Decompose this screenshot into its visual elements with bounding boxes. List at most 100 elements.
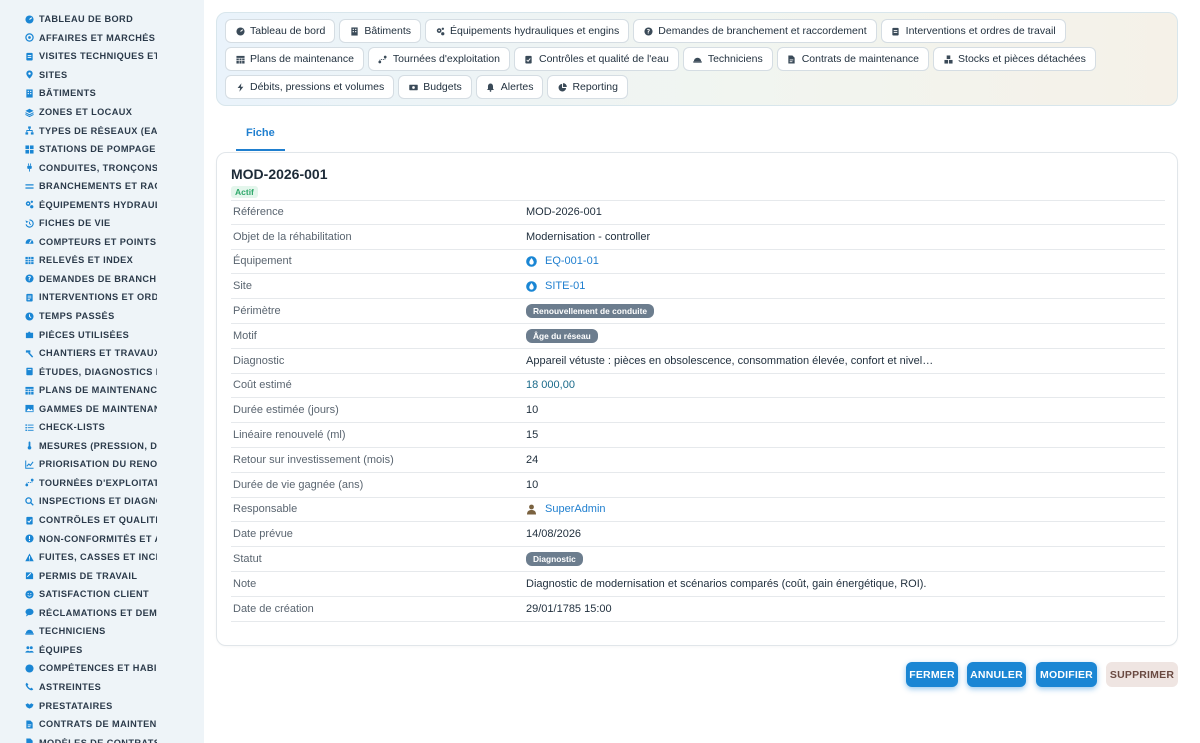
sidebar-item[interactable]: CONTRÔLES ET QUALITÉ xyxy=(0,511,204,530)
sidebar-item[interactable]: ÉTUDES, DIAGNOSTICS E xyxy=(0,362,204,381)
sidebar-item[interactable]: MODÈLES DE CONTRATS xyxy=(0,733,204,743)
sidebar-item[interactable]: MESURES (PRESSION, DÉ xyxy=(0,437,204,456)
clipboard-icon xyxy=(891,26,901,36)
tab-fiche[interactable]: Fiche xyxy=(236,118,285,151)
nav-button[interactable]: Équipements hydrauliques et engins xyxy=(425,19,630,43)
detail-row: Coût estimé 18 000,00 xyxy=(231,374,1165,399)
sidebar-item[interactable]: RELEVÉS ET INDEX xyxy=(0,251,204,270)
close-button[interactable]: FERMER xyxy=(906,662,958,687)
sidebar-item[interactable]: RÉCLAMATIONS ET DEMA xyxy=(0,604,204,623)
sidebar-item[interactable]: PLANS DE MAINTENANCE xyxy=(0,381,204,400)
nav-button[interactable]: Bâtiments xyxy=(339,19,421,43)
nav-button[interactable]: Plans de maintenance xyxy=(225,47,364,71)
nav-button[interactable]: Stocks et pièces détachées xyxy=(933,47,1096,71)
sidebar-item[interactable]: PRESTATAIRES xyxy=(0,696,204,715)
link-text[interactable]: EQ-001-01 xyxy=(545,255,599,267)
nav-button-label: Demandes de branchement et raccordement xyxy=(658,25,867,37)
question-icon: ? xyxy=(643,26,653,36)
sidebar-item-label: COMPÉTENCES ET HABIL xyxy=(39,663,157,674)
sidebar-item[interactable]: BRANCHEMENTS ET RAC xyxy=(0,177,204,196)
nav-button[interactable]: Contrats de maintenance xyxy=(776,47,930,71)
thermometer-icon xyxy=(24,441,34,451)
field-value: 14/08/2026 xyxy=(526,528,582,541)
sidebar-item[interactable]: COMPTEURS ET POINTS D xyxy=(0,233,204,252)
sidebar-item-label: PIÈCES UTILISÉES xyxy=(39,329,130,340)
cancel-button[interactable]: ANNULER xyxy=(967,662,1026,687)
sidebar-item[interactable]: ASTREINTES xyxy=(0,678,204,697)
nav-button[interactable]: Contrôles et qualité de l'eau xyxy=(513,47,679,71)
sidebar-item[interactable]: FUITES, CASSES ET INCIE xyxy=(0,548,204,567)
nav-button[interactable]: Techniciens xyxy=(682,47,773,71)
sidebar-item-label: MESURES (PRESSION, DÉ xyxy=(39,440,157,451)
nav-button-label: Budgets xyxy=(423,81,462,93)
nav-button[interactable]: Reporting xyxy=(547,75,628,99)
location-pin-icon xyxy=(24,70,34,80)
tag-pill: Âge du réseau xyxy=(526,328,598,343)
nav-button[interactable]: Débits, pressions et volumes xyxy=(225,75,395,99)
detail-row: Périmètre Renouvellement de conduite xyxy=(231,299,1165,324)
field-label: Référence xyxy=(233,206,284,219)
sidebar-item[interactable]: CONTRATS DE MAINTENA xyxy=(0,715,204,734)
sidebar-item[interactable]: COMPÉTENCES ET HABIL xyxy=(0,659,204,678)
sidebar-item[interactable]: ? DEMANDES DE BRANCHE xyxy=(0,270,204,289)
sidebar-item-label: TABLEAU DE BORD xyxy=(39,14,134,25)
nav-button[interactable]: Tableau de bord xyxy=(225,19,336,43)
sidebar-item[interactable]: TEMPS PASSÉS xyxy=(0,307,204,326)
sidebar-item[interactable]: NON-CONFORMITÉS ET A xyxy=(0,529,204,548)
sidebar-item-label: INSPECTIONS ET DIAGNO xyxy=(39,496,157,507)
field-value-link[interactable]: SuperAdmin xyxy=(526,503,606,515)
edit-button[interactable]: MODIFIER xyxy=(1036,662,1097,687)
sidebar-item[interactable]: PERMIS DE TRAVAIL xyxy=(0,566,204,585)
sidebar-item[interactable]: SATISFACTION CLIENT xyxy=(0,585,204,604)
field-label: Retour sur investissement (mois) xyxy=(233,453,394,466)
field-value: Appareil vétuste : pièces en obsolescenc… xyxy=(526,354,934,367)
sidebar-item[interactable]: CONDUITES, TRONÇONS xyxy=(0,158,204,177)
sidebar-item[interactable]: VISITES TECHNIQUES ET xyxy=(0,47,204,66)
sidebar-item[interactable]: GAMMES DE MAINTENAN xyxy=(0,399,204,418)
clipboard-check-icon xyxy=(524,54,534,64)
sidebar-item[interactable]: ÉQUIPES xyxy=(0,641,204,660)
nav-button[interactable]: Alertes xyxy=(475,75,544,99)
detail-row: Retour sur investissement (mois) 24 xyxy=(231,448,1165,473)
field-value: Modernisation - controller xyxy=(526,230,651,243)
helmet-icon xyxy=(693,54,703,64)
file-icon xyxy=(24,738,34,743)
sidebar-item[interactable]: FICHES DE VIE xyxy=(0,214,204,233)
detail-row: Diagnostic Appareil vétuste : pièces en o… xyxy=(231,349,1165,374)
sidebar-item[interactable]: TYPES DE RÉSEAUX (EAU xyxy=(0,121,204,140)
sidebar-item[interactable]: ÉQUIPEMENTS HYDRAUL xyxy=(0,195,204,214)
nav-button-label: Alertes xyxy=(500,81,534,93)
sidebar-item[interactable]: TECHNICIENS xyxy=(0,622,204,641)
field-value-link[interactable]: EQ-001-01 xyxy=(526,255,599,267)
detail-row: Durée de vie gagnée (ans) 10 xyxy=(231,473,1165,498)
sidebar-item-label: AFFAIRES ET MARCHÉS xyxy=(39,32,156,43)
sidebar-item[interactable]: BÂTIMENTS xyxy=(0,84,204,103)
field-value: 18 000,00 xyxy=(526,379,575,392)
nav-button[interactable]: Budgets xyxy=(398,75,472,99)
sidebar-item[interactable]: SITES xyxy=(0,66,204,85)
nav-button[interactable]: Tournées d'exploitation xyxy=(367,47,510,71)
nav-button[interactable]: ? Demandes de branchement et raccordement xyxy=(633,19,877,43)
history-icon xyxy=(24,218,34,228)
sidebar-item[interactable]: STATIONS DE POMPAGE E xyxy=(0,140,204,159)
nav-button[interactable]: Interventions et ordres de travail xyxy=(880,19,1066,43)
detail-row: Date prévue 14/08/2026 xyxy=(231,522,1165,548)
sidebar-item[interactable]: TOURNÉES D'EXPLOITATI xyxy=(0,474,204,493)
nav-button-label: Techniciens xyxy=(707,53,763,65)
link-text[interactable]: SuperAdmin xyxy=(545,503,606,515)
sidebar-item[interactable]: INSPECTIONS ET DIAGNO xyxy=(0,492,204,511)
delete-button[interactable]: SUPPRIMER xyxy=(1106,662,1178,687)
link-text[interactable]: SITE-01 xyxy=(545,280,585,292)
sidebar-item-label: PRIORISATION DU RENOU xyxy=(39,459,157,470)
sidebar-item[interactable]: ZONES ET LOCAUX xyxy=(0,103,204,122)
sidebar-item[interactable]: CHECK-LISTS xyxy=(0,418,204,437)
sidebar-item[interactable]: AFFAIRES ET MARCHÉS xyxy=(0,29,204,48)
field-value-link[interactable]: SITE-01 xyxy=(526,280,585,292)
sidebar-item[interactable]: CHANTIERS ET TRAVAUX xyxy=(0,344,204,363)
sidebar-item[interactable]: PRIORISATION DU RENOU xyxy=(0,455,204,474)
sidebar-item-label: DEMANDES DE BRANCHE xyxy=(39,273,157,284)
sidebar-item[interactable]: INTERVENTIONS ET ORDR xyxy=(0,288,204,307)
sidebar-item[interactable]: PIÈCES UTILISÉES xyxy=(0,325,204,344)
smile-icon xyxy=(24,589,34,599)
sidebar-item[interactable]: TABLEAU DE BORD xyxy=(0,10,204,29)
